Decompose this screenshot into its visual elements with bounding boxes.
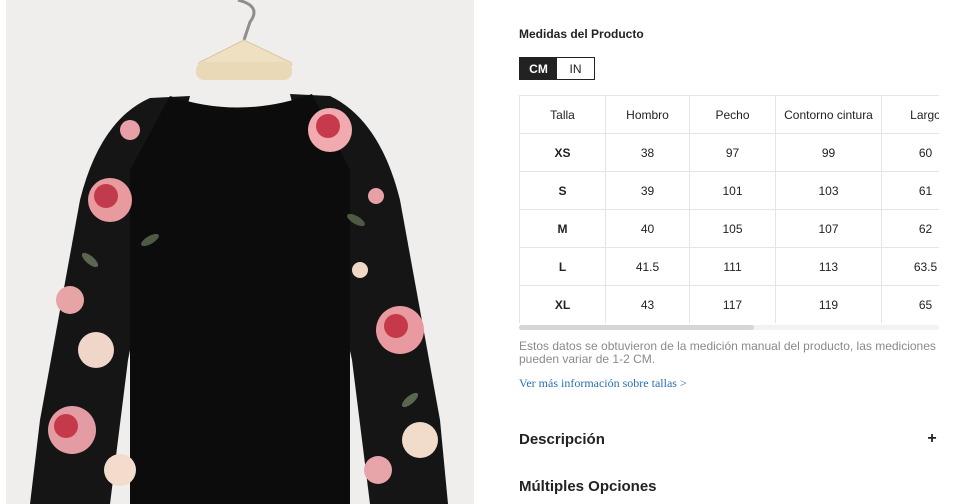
size-cell: XS [519, 133, 606, 172]
table-cell: 119 [775, 285, 882, 323]
table-row: L 41.5 111 113 63.5 [519, 247, 939, 286]
measurement-note: Estos datos se obtuvieron de la medición… [519, 339, 936, 366]
size-cell: L [519, 247, 606, 286]
table-row: XS 38 97 99 60 [519, 133, 939, 172]
table-cell: 61 [881, 171, 939, 210]
table-cell: 41.5 [605, 247, 690, 286]
table-cell: 97 [689, 133, 776, 172]
multiple-options-section[interactable]: Múltiples Opciones [519, 476, 939, 496]
table-cell: 111 [689, 247, 776, 286]
table-cell: 43 [605, 285, 690, 323]
table-cell: 99 [775, 133, 882, 172]
product-image[interactable] [0, 0, 474, 504]
table-cell: 105 [689, 209, 776, 248]
table-cell: 60 [881, 133, 939, 172]
table-row: S 39 101 103 61 [519, 171, 939, 210]
unit-toggle[interactable]: CM IN [519, 57, 595, 80]
size-cell: XL [519, 285, 606, 323]
header-largo: Largo [881, 95, 939, 134]
table-cell: 117 [689, 285, 776, 323]
table-cell: 62 [881, 209, 939, 248]
table-cell: 38 [605, 133, 690, 172]
plus-icon[interactable]: + [925, 430, 939, 448]
table-cell: 63.5 [881, 247, 939, 286]
unit-cm-button[interactable]: CM [520, 58, 557, 79]
size-table-scroll[interactable]: Talla Hombro Pecho Contorno cintura Larg… [519, 95, 939, 323]
header-talla: Talla [519, 95, 606, 134]
header-pecho: Pecho [689, 95, 776, 134]
scrollbar-thumb[interactable] [519, 325, 754, 330]
table-cell: 107 [775, 209, 882, 248]
description-label: Descripción [519, 430, 605, 448]
size-panel: Medidas del Producto CM IN Talla Hombro … [519, 0, 964, 504]
table-scrollbar[interactable] [519, 325, 939, 330]
unit-in-button[interactable]: IN [557, 58, 594, 79]
size-info-link[interactable]: Ver más información sobre tallas > [519, 376, 687, 391]
measurements-title: Medidas del Producto [519, 27, 644, 41]
multiple-options-label: Múltiples Opciones [519, 477, 657, 495]
table-cell: 39 [605, 171, 690, 210]
table-header-row: Talla Hombro Pecho Contorno cintura Larg… [519, 95, 939, 134]
header-contorno-cintura: Contorno cintura [775, 95, 882, 134]
size-table: Talla Hombro Pecho Contorno cintura Larg… [519, 95, 939, 323]
table-cell: 40 [605, 209, 690, 248]
table-cell: 65 [881, 285, 939, 323]
size-cell: S [519, 171, 606, 210]
table-cell: 101 [689, 171, 776, 210]
table-row: M 40 105 107 62 [519, 209, 939, 248]
table-row: XL 43 117 119 65 [519, 285, 939, 323]
description-section[interactable]: Descripción + [519, 429, 939, 449]
table-cell: 113 [775, 247, 882, 286]
header-hombro: Hombro [605, 95, 690, 134]
size-cell: M [519, 209, 606, 248]
floral-sweatshirt-image [30, 0, 448, 504]
table-cell: 103 [775, 171, 882, 210]
